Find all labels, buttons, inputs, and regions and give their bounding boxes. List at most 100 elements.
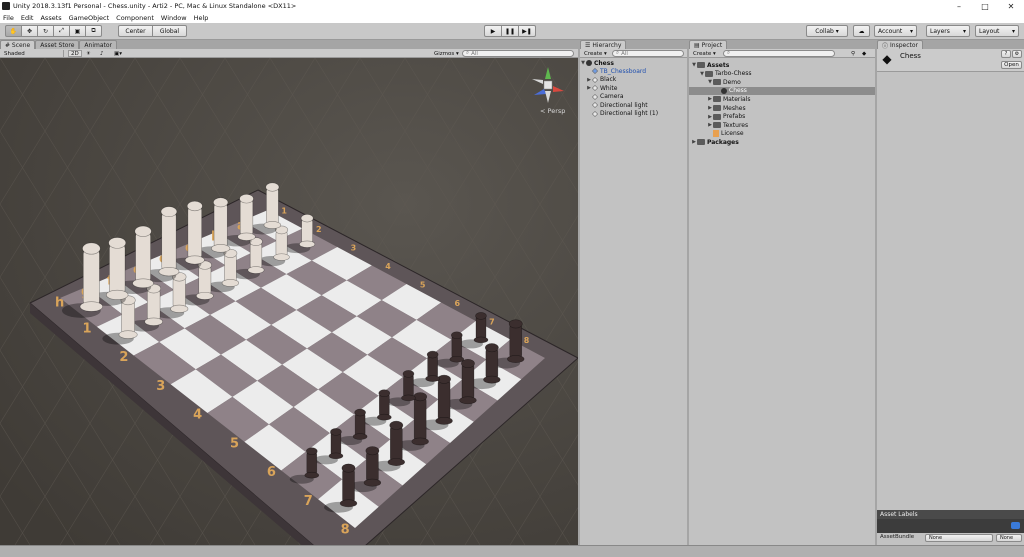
hierarchy-item-label: Black <box>600 76 617 83</box>
tab-inspector[interactable]: ⓘ Inspector <box>877 40 924 50</box>
project-tree-item[interactable]: Chess <box>689 86 875 95</box>
project-tree-item[interactable]: ▼ Assets <box>689 61 875 69</box>
search-icon: ⌕ <box>727 50 731 56</box>
tab-scene[interactable]: # Scene <box>0 40 36 49</box>
white-pawn-base <box>195 291 214 300</box>
filter-by-type-icon[interactable]: ⚲ <box>849 50 857 57</box>
hierarchy-search-input[interactable]: ⌕ All <box>612 50 684 57</box>
hierarchy-panel: ☰ Hierarchy Create ▾ ⌕ All ▼ Chess TB_Ch… <box>580 40 687 545</box>
pause-button[interactable]: ❚❚ <box>501 25 519 37</box>
hierarchy-item[interactable]: TB_Chessboard <box>580 67 687 75</box>
project-tree-item[interactable]: License <box>689 130 875 138</box>
menu-file[interactable]: File <box>3 14 14 22</box>
hierarchy-item[interactable]: ▶ Black <box>580 76 687 84</box>
project-tree-item[interactable]: ▶ Meshes <box>689 104 875 112</box>
file-label-far: 8 <box>524 336 530 345</box>
account-dropdown[interactable]: Account ▾ <box>874 25 917 37</box>
shading-mode-dropdown[interactable]: Shaded <box>2 50 64 57</box>
scene-root-row[interactable]: ▼ Chess <box>580 59 687 67</box>
menu-component[interactable]: Component <box>116 14 154 22</box>
menu-window[interactable]: Window <box>161 14 187 22</box>
inspector-help-icon[interactable]: ? <box>1001 50 1011 58</box>
minimize-button[interactable]: – <box>946 0 972 12</box>
move-tool-icon[interactable]: ✥ <box>21 25 38 37</box>
rect-tool-icon[interactable]: ▣ <box>69 25 86 37</box>
project-tree-item[interactable]: ▶ Materials <box>689 95 875 103</box>
scene-panel: # Scene Asset Store Animator Shaded 2D ☀… <box>0 40 578 545</box>
white-piece-head <box>265 182 280 192</box>
project-tree-item[interactable]: ▶ Textures <box>689 121 875 129</box>
project-tree-item[interactable]: ▶ Packages <box>689 138 875 146</box>
play-button[interactable]: ▶ <box>484 25 502 37</box>
rank-label: 4 <box>193 408 202 423</box>
scene-viewport[interactable]: a1b2c3d4e5f6g7h8 12345678 < Persp <box>0 58 578 545</box>
hierarchy-item[interactable]: Directional light <box>580 101 687 109</box>
collab-button[interactable]: Collab ▾ <box>806 25 848 37</box>
menu-edit[interactable]: Edit <box>21 14 34 22</box>
chevron-down-icon: ▾ <box>1011 27 1015 35</box>
white-pawn-base <box>273 253 290 261</box>
gizmos-dropdown[interactable]: Gizmos ▾ <box>432 50 461 57</box>
black-pawn-head <box>305 447 318 456</box>
tab-hierarchy[interactable]: ☰ Hierarchy <box>580 40 627 49</box>
menu-assets[interactable]: Assets <box>40 14 61 22</box>
black-piece-base <box>459 396 477 405</box>
project-tree-item[interactable]: ▼ Tarbo-Chess <box>689 70 875 78</box>
open-button[interactable]: Open <box>1001 61 1022 69</box>
label-tag-icon[interactable] <box>1011 522 1020 529</box>
layout-dropdown[interactable]: Layout ▾ <box>975 25 1019 37</box>
2d-toggle[interactable]: 2D <box>68 50 82 57</box>
project-create-button[interactable]: Create ▾ <box>691 50 718 57</box>
title-bar: Unity 2018.3.13f1 Personal - Chess.unity… <box>0 0 1024 12</box>
transform-tool-icon[interactable]: ⧉ <box>85 25 102 37</box>
hand-tool-icon[interactable]: ✋ <box>5 25 22 37</box>
scene-search-input[interactable]: ⌕ All <box>462 50 574 57</box>
tab-project[interactable]: ▤ Project <box>689 40 728 49</box>
maximize-button[interactable]: □ <box>972 0 998 12</box>
white-piece-body <box>82 248 100 307</box>
hierarchy-item[interactable]: ▶ White <box>580 84 687 92</box>
close-button[interactable]: ✕ <box>998 0 1024 12</box>
hierarchy-create-button[interactable]: Create ▾ <box>582 50 609 57</box>
menu-gameobject[interactable]: GameObject <box>69 14 110 22</box>
step-button[interactable]: ▶❚ <box>518 25 536 37</box>
account-label: Account <box>878 27 903 35</box>
audio-toggle-icon[interactable]: ♪ <box>98 50 108 57</box>
persp-label[interactable]: < Persp <box>540 107 565 115</box>
white-piece-base <box>237 232 256 241</box>
space-global-button[interactable]: Global <box>152 25 187 37</box>
tab-asset-store[interactable]: Asset Store <box>35 40 80 49</box>
inspector-settings-icon[interactable]: ⚙ <box>1012 50 1022 58</box>
project-tree-item[interactable]: ▼ Demo <box>689 78 875 86</box>
gameobject-icon <box>591 110 599 117</box>
project-search-input[interactable]: ⌕ <box>723 50 835 57</box>
search-icon: ⌕ <box>616 50 620 56</box>
cloud-icon[interactable]: ☁ <box>853 25 870 37</box>
layers-dropdown[interactable]: Layers ▾ <box>926 25 970 37</box>
rotate-tool-icon[interactable]: ↻ <box>37 25 54 37</box>
asset-variant-dropdown[interactable]: None <box>996 534 1022 542</box>
main-toolbar: ✋ ✥ ↻ ⤢ ▣ ⧉ Center Global ▶ ❚❚ ▶❚ Collab… <box>0 23 1024 40</box>
menu-help[interactable]: Help <box>194 14 209 22</box>
black-pawn-base <box>304 471 320 479</box>
file-label-far: 4 <box>385 262 391 271</box>
asset-bundle-dropdown[interactable]: None <box>925 534 993 542</box>
lighting-toggle-icon[interactable]: ☀ <box>84 50 94 57</box>
gizmo-center-cube[interactable] <box>543 80 553 90</box>
folder-icon <box>713 105 721 111</box>
hierarchy-item-label: White <box>600 84 618 92</box>
project-item-label: Assets <box>707 61 730 69</box>
project-tree-item[interactable]: ▶ Prefabs <box>689 113 875 121</box>
scale-tool-icon[interactable]: ⤢ <box>53 25 70 37</box>
black-piece-head <box>508 319 523 329</box>
effects-toggle-icon[interactable]: ▣▾ <box>112 50 126 57</box>
inspector-panel: ⓘ Inspector ◆ Chess ? ⚙ Open Asset Label… <box>877 40 1024 545</box>
pivot-center-button[interactable]: Center <box>118 25 153 37</box>
hierarchy-item[interactable]: Camera <box>580 93 687 101</box>
project-item-label: Tarbo-Chess <box>715 70 752 78</box>
folder-icon <box>713 79 721 86</box>
filter-by-label-icon[interactable]: ◆ <box>860 50 868 57</box>
white-piece-body <box>239 198 254 238</box>
hierarchy-item[interactable]: Directional light (1) <box>580 110 687 118</box>
tab-animator[interactable]: Animator <box>79 40 117 49</box>
